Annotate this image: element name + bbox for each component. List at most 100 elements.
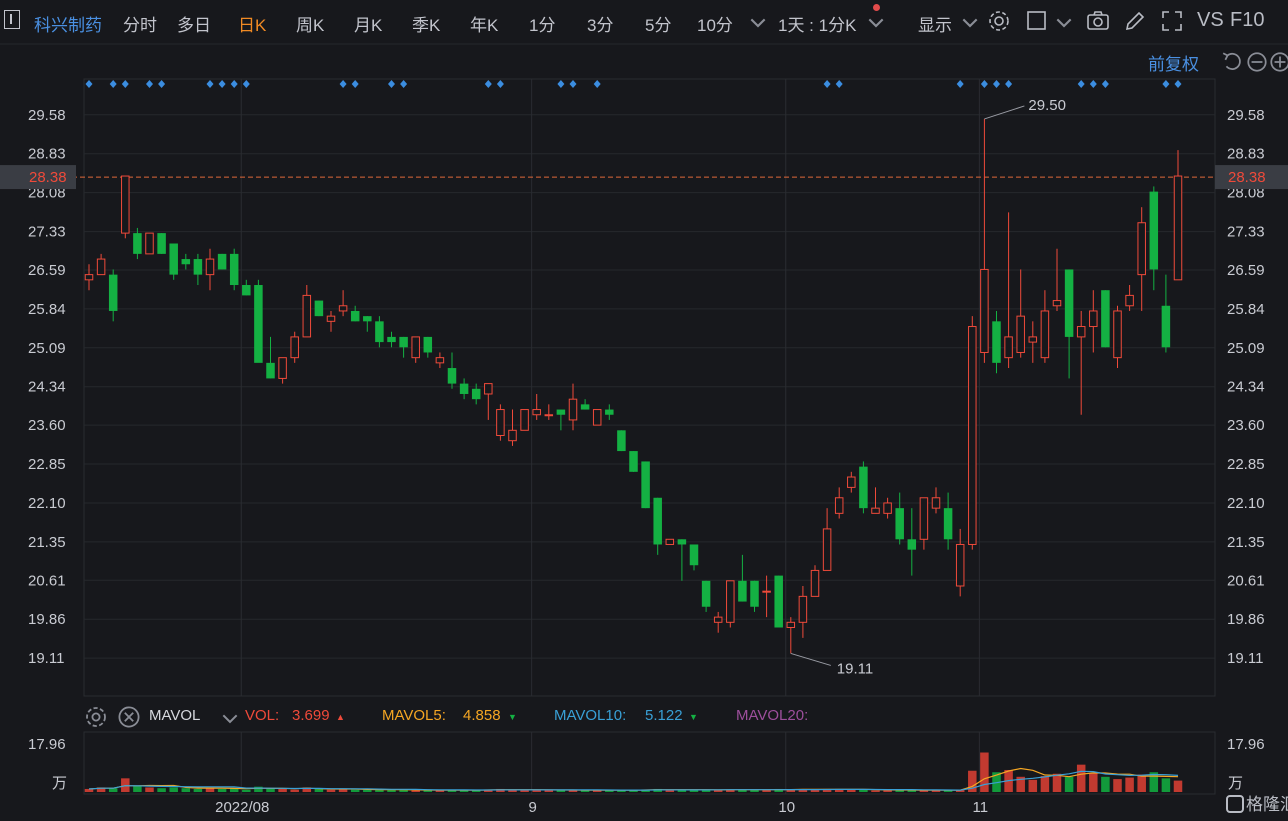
mavol10-value: 5.122: [645, 707, 683, 724]
candle-body-down: [108, 274, 118, 311]
chevron-down-icon[interactable]: [218, 706, 238, 724]
candle-body-up: [145, 232, 154, 255]
event-marker: [400, 80, 408, 88]
price-tick-left: 20.61: [28, 572, 66, 589]
candle-body-up: [713, 616, 723, 623]
candle-body-down: [701, 580, 711, 607]
candle-body-down: [907, 539, 917, 550]
price-tick-right: 22.85: [1227, 456, 1265, 473]
price-tick-left: 22.10: [28, 495, 66, 512]
mavol10-line: [88, 770, 1179, 791]
volume-bar: [363, 789, 372, 792]
volume-bar: [326, 789, 336, 792]
event-marker: [1101, 80, 1109, 88]
volume-bar: [133, 785, 142, 792]
candle-body-down: [641, 461, 650, 509]
candle-body-up: [1113, 310, 1122, 359]
price-tick-right: 27.33: [1227, 224, 1265, 241]
candle-body-down: [629, 451, 638, 472]
event-marker: [1005, 80, 1013, 88]
candle-body-up: [508, 429, 517, 442]
event-marker: [980, 80, 988, 88]
candle-body-down: [677, 539, 687, 545]
candle-body-up: [1125, 294, 1134, 307]
volume-bar: [1089, 773, 1098, 792]
volume-bar: [1028, 779, 1038, 792]
candle-body-down: [387, 336, 396, 343]
volume-bar: [1064, 776, 1074, 792]
candle-body-up: [326, 315, 336, 322]
candle-body-up: [411, 336, 420, 359]
volume-bar: [350, 789, 360, 792]
volume-bar: [1173, 780, 1183, 792]
candle-body-up: [290, 336, 299, 359]
price-tick-right: 20.61: [1227, 572, 1265, 589]
candle-body-up: [1089, 310, 1098, 328]
candle-body-down: [399, 336, 408, 348]
candle-body-up: [1040, 310, 1050, 359]
candle-body-down: [350, 310, 360, 322]
volume-bar: [254, 786, 263, 792]
candle-body-up: [496, 409, 505, 437]
price-tick-left: 21.35: [28, 534, 66, 551]
price-tick-left: 19.11: [28, 650, 64, 667]
candle-body-down: [314, 300, 324, 317]
candle-body-down: [1149, 191, 1159, 270]
candle-body-down: [859, 466, 868, 509]
mavol20-label: MAVOL20:: [736, 707, 809, 724]
price-tick-right: 21.35: [1227, 534, 1265, 551]
price-tick-left: 24.34: [28, 379, 66, 396]
event-marker: [121, 80, 129, 88]
arrow-down-icon: ▼: [689, 712, 698, 722]
event-marker: [146, 80, 153, 88]
volume-bar: [217, 788, 227, 792]
volume-bar: [157, 788, 166, 792]
candle-body-up: [532, 409, 541, 416]
price-tick-right: 19.86: [1227, 611, 1265, 628]
volume-bar: [169, 787, 178, 792]
volume-bar: [290, 789, 299, 792]
mavol5-value: 4.858: [463, 707, 501, 724]
watermark-text: 格隆汇: [1246, 795, 1288, 814]
candlestick-chart[interactable]: 29.58 29.5828.83 28.8328.08 28.0827.33 27.33…: [0, 0, 1288, 821]
current-price-label-right: 28.38: [1228, 169, 1266, 186]
date-label: 11: [973, 799, 989, 816]
candle-body-down: [266, 362, 275, 379]
event-marker: [835, 80, 843, 88]
arrow-down-icon: ▼: [508, 712, 517, 722]
candle-body-up: [762, 590, 771, 593]
candle-body-down: [459, 383, 469, 394]
event-marker: [158, 80, 166, 88]
volume-bar: [193, 788, 203, 792]
candle-body-up: [1052, 300, 1062, 307]
candle-body-up: [544, 414, 554, 417]
indicator-name[interactable]: MAVOL: [149, 707, 200, 724]
candle-body-up: [1137, 222, 1146, 276]
price-tick-left: 23.60: [28, 417, 66, 434]
candle-body-down: [895, 508, 904, 540]
price-tick-right: 24.34: [1227, 379, 1265, 396]
vol-value: 3.699: [292, 707, 330, 724]
candle-body-up: [1076, 326, 1086, 338]
volume-bar: [411, 790, 420, 792]
event-marker: [1077, 80, 1085, 88]
candle-body-down: [943, 508, 953, 540]
price-tick-right: 23.60: [1227, 417, 1265, 434]
volume-bar: [314, 788, 324, 792]
candle-body-down: [738, 580, 747, 602]
candle-body-down: [229, 253, 239, 286]
event-marker: [557, 80, 565, 88]
arrow-up-icon: ▲: [336, 712, 345, 722]
close-icon[interactable]: [117, 705, 140, 728]
price-tick-right: 29.58: [1227, 107, 1265, 124]
gear-icon[interactable]: [84, 705, 106, 727]
candle-body-up: [1016, 315, 1025, 353]
price-tick-right: 25.84: [1227, 301, 1265, 318]
event-marker: [242, 80, 250, 88]
volume-bar: [181, 788, 191, 792]
volume-bar: [278, 788, 287, 792]
volume-bar: [1076, 764, 1086, 792]
volume-bar: [1040, 776, 1050, 792]
candle-body-up: [665, 538, 675, 545]
event-marker: [993, 80, 1000, 88]
